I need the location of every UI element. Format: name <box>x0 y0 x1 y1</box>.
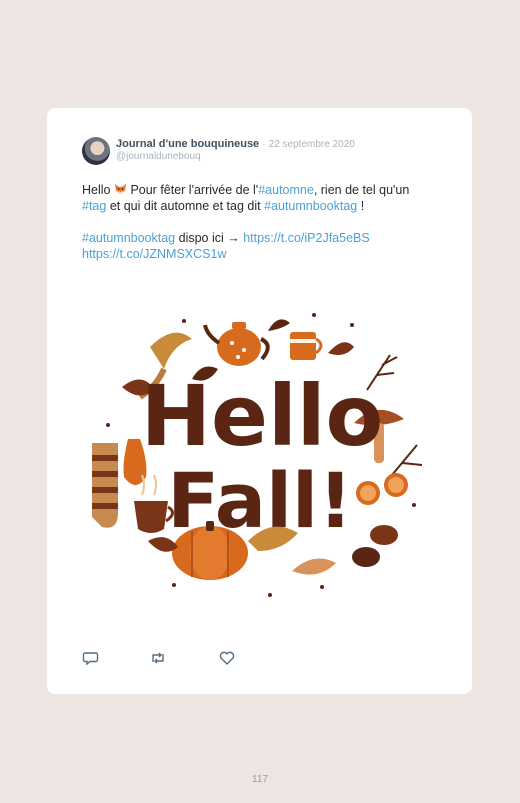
hashtag-autumnbooktag-2[interactable]: #autumnbooktag <box>82 231 175 245</box>
tweet-paragraph-1: Hello Pour fêter l'arrivée de l'#automne… <box>82 182 442 214</box>
hashtag-tag[interactable]: #tag <box>82 199 106 213</box>
separator: · <box>262 139 266 150</box>
tweet-card: Journal d'une bouquineuse · 22 septembre… <box>47 108 472 694</box>
orange-slices-icon <box>356 473 408 505</box>
text-dispo-ici: dispo ici → <box>175 231 244 245</box>
retweet-icon[interactable] <box>149 649 167 667</box>
text-et-qui-dit: et qui dit automne et tag dit <box>106 199 265 213</box>
text-hello: Hello <box>82 183 114 197</box>
page-number: 117 <box>252 774 268 785</box>
text-pour-feter: Pour fêter l'arrivée de l' <box>126 183 259 197</box>
mug-icon <box>290 332 323 360</box>
author-handle[interactable]: @journaldunebouq <box>116 151 201 162</box>
teapot-icon <box>203 322 270 366</box>
author-line: Journal d'une bouquineuse · 22 septembre… <box>116 138 355 151</box>
leaf-icon <box>292 558 336 575</box>
socks-icon <box>92 443 118 528</box>
reply-icon[interactable] <box>82 649 100 667</box>
leaf-icon <box>268 319 290 331</box>
tweet-text: Hello Pour fêter l'arrivée de l'#automne… <box>82 182 442 262</box>
avatar[interactable] <box>82 137 110 165</box>
link-2[interactable]: https://t.co/JZNMSXCS1w <box>82 247 226 261</box>
hello-text: Hello <box>141 367 384 465</box>
acorn-icon <box>352 525 398 567</box>
hashtag-automne[interactable]: #automne <box>258 183 314 197</box>
tweet-media[interactable]: Hello Fall! <box>82 295 438 630</box>
hashtag-autumnbooktag[interactable]: #autumnbooktag <box>264 199 357 213</box>
tweet-date[interactable]: 22 septembre 2020 <box>269 139 355 150</box>
like-icon[interactable] <box>218 649 236 667</box>
leaf-icon <box>328 342 354 355</box>
text-rien-de-tel: , rien de tel qu'un <box>313 183 410 197</box>
author-name[interactable]: Journal d'une bouquineuse <box>116 138 259 150</box>
autumn-illustration: Hello Fall! <box>92 313 423 597</box>
link-1[interactable]: https://t.co/iP2Jfa5eBS <box>243 231 369 245</box>
fox-emoji-icon <box>114 183 127 195</box>
text-exclamation: ! <box>357 199 365 213</box>
tweet-actions <box>82 649 282 667</box>
tweet-paragraph-2: #autumnbooktag dispo ici → https://t.co/… <box>82 230 442 262</box>
